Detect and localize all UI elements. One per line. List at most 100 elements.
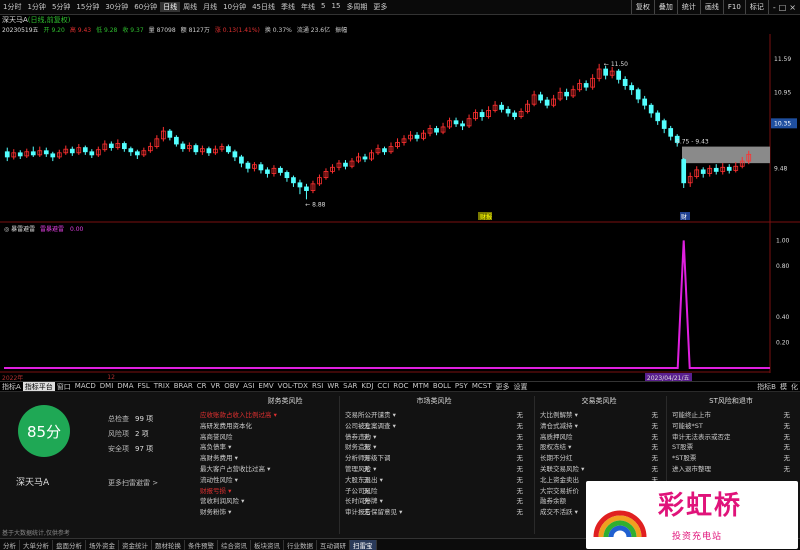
risk-row[interactable]: 股权冻结 ▾ 无: [540, 441, 658, 452]
toolbar-button-4[interactable]: F10: [722, 0, 745, 14]
period-tab-9[interactable]: 10分钟: [220, 2, 249, 12]
risk-row[interactable]: *ST股票 无: [672, 452, 790, 463]
toolbar-button-0[interactable]: 复权: [630, 0, 654, 14]
risk-row[interactable]: 清仓式减持 ▾ 无: [540, 420, 658, 431]
indicator-tab[interactable]: TRIX: [152, 382, 172, 391]
risk-row[interactable]: ST股票 无: [672, 441, 790, 452]
period-tab-15[interactable]: 多周期: [343, 2, 370, 12]
indicator-tab[interactable]: MTM: [411, 382, 431, 391]
risk-row[interactable]: 子公司风险 无: [345, 485, 523, 496]
minimize-icon[interactable]: -: [773, 0, 776, 14]
bottom-tab[interactable]: 综合资讯: [218, 539, 251, 550]
indicator-tab[interactable]: KDJ: [359, 382, 375, 391]
close-icon[interactable]: ×: [789, 0, 796, 14]
risk-row[interactable]: 公司被立案调查 ▾ 无: [345, 420, 523, 431]
risk-row[interactable]: 长时间停牌 ▾ 无: [345, 495, 523, 506]
bottom-tab[interactable]: 场外资金: [86, 539, 119, 550]
indicator-tab-right[interactable]: 化: [789, 382, 800, 391]
indicator-tab[interactable]: WR: [325, 382, 341, 391]
period-toolbar: 1分时 1分钟 5分钟 15分钟 30分钟 60分钟 日线 周线 月线 10分钟 45日线 季线 年线 5…: [0, 0, 800, 15]
indicator-tab[interactable]: MCST: [470, 382, 494, 391]
indicator-tab[interactable]: 设置: [512, 382, 530, 391]
risk-row[interactable]: 长期不分红 无: [540, 452, 658, 463]
toolbar-button-2[interactable]: 统计: [676, 0, 700, 14]
risk-row[interactable]: 可能被*ST 无: [672, 420, 790, 431]
risk-row[interactable]: 关联交易风险 ▾ 无: [540, 463, 658, 474]
indicator-tab[interactable]: CCI: [375, 382, 391, 391]
risk-name: 管理风险 ▾: [345, 464, 377, 473]
indicator-tab[interactable]: DMI: [98, 382, 116, 391]
indicator-tab[interactable]: BOLL: [431, 382, 453, 391]
risk-row[interactable]: 进入退市整理 无: [672, 463, 790, 474]
risk-name: 高研发费用资本化: [200, 421, 252, 430]
bottom-tab[interactable]: 扫雷宝: [350, 539, 377, 550]
risk-row[interactable]: 财务造假 ▾ 无: [345, 441, 523, 452]
toolbar-button-5[interactable]: 标记: [744, 0, 768, 14]
bottom-tab[interactable]: 行业数据: [284, 539, 317, 550]
indicator-tab[interactable]: ASI: [241, 382, 256, 391]
bottom-tab[interactable]: 资金统计: [119, 539, 152, 550]
period-tab-6[interactable]: 日线: [160, 2, 181, 12]
risk-row[interactable]: 审计报告保留意见 ▾ 无: [345, 506, 523, 517]
indicator-tab[interactable]: 指标平台: [22, 382, 55, 391]
more-scan-link[interactable]: 更多扫雷避雷 >: [108, 478, 158, 488]
risk-row[interactable]: 可能终止上市 无: [672, 409, 790, 420]
indicator-tab-right[interactable]: 模: [778, 382, 789, 391]
stat-value: 99 项: [135, 415, 154, 423]
indicator-tab[interactable]: 指标A: [0, 382, 23, 391]
period-tab-4[interactable]: 30分钟: [102, 2, 131, 12]
indicator-tab[interactable]: OBV: [222, 382, 241, 391]
period-tab-14[interactable]: 15: [328, 2, 343, 12]
bottom-tab[interactable]: 互动调研: [317, 539, 350, 550]
risk-value: 无: [783, 454, 791, 463]
indicator-tab-right[interactable]: 指标B: [755, 382, 778, 391]
period-tab-3[interactable]: 15分钟: [73, 2, 102, 12]
bottom-tab[interactable]: 条件预警: [185, 539, 218, 550]
bottom-tab[interactable]: 题材轮换: [152, 539, 185, 550]
indicator-tab[interactable]: FSL: [136, 382, 152, 391]
period-tab-11[interactable]: 季线: [278, 2, 298, 12]
toolbar-button-3[interactable]: 画线: [699, 0, 723, 14]
risk-row[interactable]: 审计无法表示或否定 无: [672, 431, 790, 442]
watermark-slogan: 投资充电站: [672, 532, 723, 542]
risk-row[interactable]: 大股东退出 ▾ 无: [345, 474, 523, 485]
indicator-tab[interactable]: SAR: [341, 382, 359, 391]
period-tab-12[interactable]: 年线: [298, 2, 318, 12]
period-tab-10[interactable]: 45日线: [249, 2, 278, 12]
period-tab-0[interactable]: 1分时: [0, 2, 24, 12]
period-tab-7[interactable]: 周线: [180, 2, 200, 12]
risk-row[interactable]: 债券违约 ▾ 无: [345, 431, 523, 442]
bottom-tab[interactable]: 盘面分析: [53, 539, 86, 550]
indicator-tab[interactable]: ROC: [391, 382, 410, 391]
maximize-icon[interactable]: □: [779, 0, 787, 14]
indicator-tab[interactable]: DMA: [115, 382, 135, 391]
indicator-tab[interactable]: 更多: [494, 382, 512, 391]
indicator-tab[interactable]: VR: [209, 382, 223, 391]
risk-row[interactable]: 交易所公开谴责 ▾ 无: [345, 409, 523, 420]
risk-row[interactable]: 高质押风险 无: [540, 431, 658, 442]
indicator-tab[interactable]: CR: [195, 382, 209, 391]
period-tab-8[interactable]: 月线: [200, 2, 220, 12]
period-tab-1[interactable]: 1分钟: [24, 2, 48, 12]
indicator-tab[interactable]: BRAR: [172, 382, 195, 391]
indicator-tab[interactable]: PSY: [453, 382, 470, 391]
period-tab-13[interactable]: 5: [318, 2, 328, 12]
risk-name: 交易所公开谴责 ▾: [345, 411, 396, 419]
bottom-tab[interactable]: 板块资讯: [251, 539, 284, 550]
bottom-tab[interactable]: 分析: [0, 539, 20, 550]
risk-row[interactable]: 分析师评级下调 无: [345, 452, 523, 463]
info-item: 低 9.28: [96, 27, 118, 34]
period-tab-5[interactable]: 60分钟: [131, 2, 160, 12]
kline-chart[interactable]: ← 11.50 ← 8.88 9.75 - 9.43 11.59 10.95 10.35 9…: [0, 34, 800, 373]
period-tab-16[interactable]: 更多: [370, 2, 390, 12]
indicator-tab[interactable]: MACD: [73, 382, 98, 391]
risk-row[interactable]: 大比例解禁 ▾ 无: [540, 409, 658, 420]
indicator-tab[interactable]: 窗口: [55, 382, 73, 391]
indicator-tab[interactable]: RSI: [310, 382, 325, 391]
indicator-tab[interactable]: VOL-TDX: [276, 382, 310, 391]
indicator-tab[interactable]: EMV: [256, 382, 275, 391]
period-tab-2[interactable]: 5分钟: [49, 2, 73, 12]
risk-row[interactable]: 管理风险 ▾ 无: [345, 463, 523, 474]
toolbar-button-1[interactable]: 叠加: [653, 0, 677, 14]
bottom-tab[interactable]: 大单分析: [20, 539, 53, 550]
